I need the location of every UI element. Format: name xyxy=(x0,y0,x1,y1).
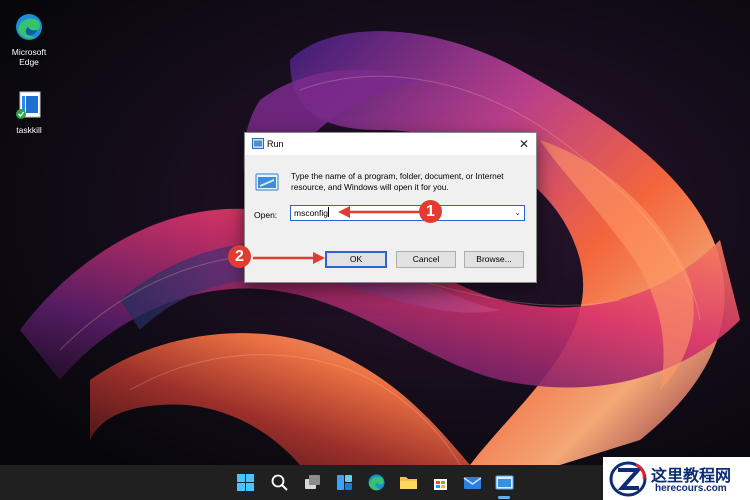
desktop-icon-taskkill-label: taskkill xyxy=(16,125,42,135)
run-dialog-description: Type the name of a program, folder, docu… xyxy=(291,171,504,192)
shortcut-file-icon xyxy=(16,91,41,119)
edge-icon[interactable] xyxy=(367,473,386,492)
site-watermark: 这里教程网 herecours.com xyxy=(603,457,750,500)
mail-icon[interactable] xyxy=(463,473,482,492)
run-dialog-titlebar[interactable]: Run ✕ xyxy=(245,133,536,155)
search-icon[interactable] xyxy=(270,473,289,492)
file-explorer-icon[interactable] xyxy=(399,473,418,492)
watermark-logo-icon xyxy=(609,461,647,497)
edge-icon xyxy=(16,14,42,40)
close-icon[interactable]: ✕ xyxy=(516,136,532,152)
text-cursor xyxy=(328,207,330,217)
callout-arrow-2 xyxy=(253,252,325,264)
callout-arrow-1 xyxy=(338,206,422,218)
callout-1-badge: 1 xyxy=(419,200,442,223)
widgets-icon[interactable] xyxy=(335,473,354,492)
chevron-down-icon[interactable]: ⌄ xyxy=(514,206,521,220)
run-dialog-title: Run xyxy=(267,139,284,149)
ok-button[interactable]: OK xyxy=(325,251,387,268)
watermark-url: herecours.com xyxy=(655,483,727,494)
task-view-icon[interactable] xyxy=(303,473,322,492)
callout-2-badge: 2 xyxy=(228,245,251,268)
store-icon[interactable] xyxy=(431,473,450,492)
desktop-icon-edge-label-1: Microsoft xyxy=(11,47,47,57)
open-label: Open: xyxy=(254,210,278,220)
open-input-value[interactable]: msconfig xyxy=(294,208,328,218)
desktop-icon-edge-label-2: Edge xyxy=(19,57,39,67)
run-program-icon xyxy=(255,173,279,191)
run-active-indicator xyxy=(498,496,510,499)
desktop-icon-taskkill[interactable]: taskkill xyxy=(0,90,59,135)
run-icon[interactable] xyxy=(495,473,514,492)
browse-button[interactable]: Browse... xyxy=(464,251,524,268)
cancel-button[interactable]: Cancel xyxy=(396,251,456,268)
desktop-icon-edge[interactable]: Microsoft Edge xyxy=(0,12,59,67)
run-app-icon xyxy=(252,138,264,149)
windows-start-icon[interactable] xyxy=(236,473,255,492)
